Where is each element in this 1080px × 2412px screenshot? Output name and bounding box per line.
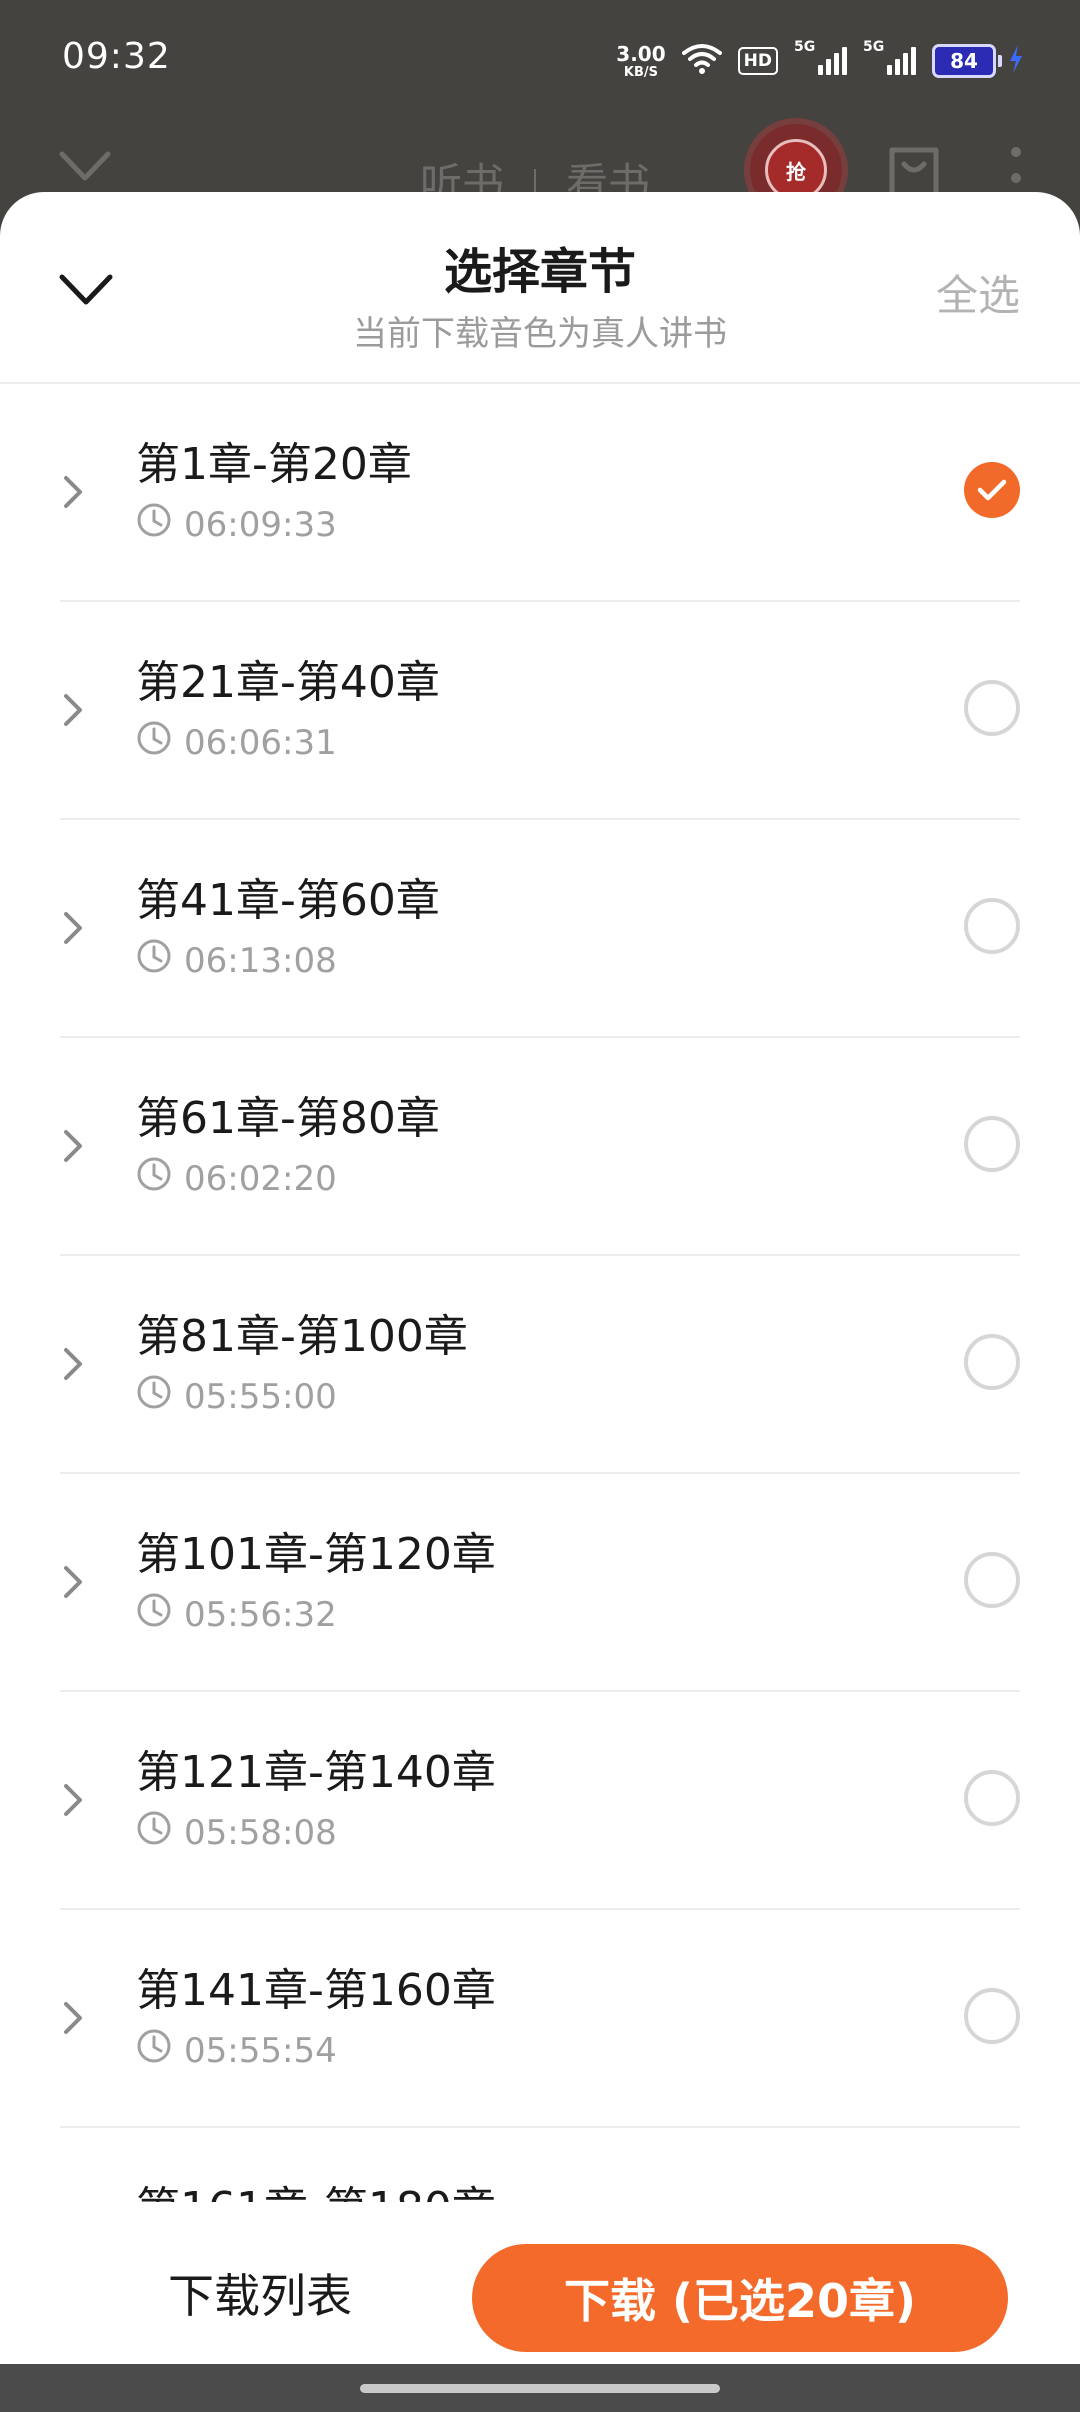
chapter-row[interactable]: 第161章-第180章 bbox=[60, 2128, 1020, 2202]
chapter-select-sheet: 选择章节 当前下载音色为真人讲书 全选 第1章-第20章 06:09:33 第21章… bbox=[0, 192, 1080, 2364]
chapter-duration: 06:02:20 bbox=[136, 1156, 337, 1201]
chapter-checkbox[interactable] bbox=[964, 680, 1020, 736]
wifi-icon bbox=[681, 43, 722, 79]
screen: 09:32 3.00 KB/S HD 5G 5G 84 听书 看书 抢 选择章节… bbox=[0, 0, 1080, 2412]
chevron-right-icon[interactable] bbox=[60, 1780, 88, 1820]
chapter-row[interactable]: 第1章-第20章 06:09:33 bbox=[60, 384, 1020, 602]
chapter-duration: 05:55:54 bbox=[136, 2028, 337, 2073]
chevron-right-icon[interactable] bbox=[60, 908, 88, 948]
chapter-duration-text: 06:02:20 bbox=[184, 1158, 337, 1199]
bottom-bar: 下载列表 下载 (已选20章) bbox=[0, 2202, 1080, 2364]
chapter-row[interactable]: 第21章-第40章 06:06:31 bbox=[60, 602, 1020, 820]
chapter-title: 第81章-第100章 bbox=[136, 1311, 468, 1362]
chevron-right-icon[interactable] bbox=[60, 1998, 88, 2038]
chapter-duration: 06:09:33 bbox=[136, 502, 337, 547]
battery-level: 84 bbox=[932, 44, 996, 78]
clock-icon bbox=[136, 1374, 172, 1419]
select-all-button[interactable]: 全选 bbox=[936, 262, 1020, 323]
network-speed: 3.00 KB/S bbox=[616, 44, 665, 79]
chapter-duration-text: 05:55:54 bbox=[184, 2030, 337, 2071]
chapter-row[interactable]: 第141章-第160章 05:55:54 bbox=[60, 1910, 1020, 2128]
chapter-checkbox-checked[interactable] bbox=[964, 462, 1020, 518]
chevron-right-icon[interactable] bbox=[60, 1126, 88, 1166]
sheet-title: 选择章节 bbox=[443, 244, 636, 300]
sheet-header: 选择章节 当前下载音色为真人讲书 全选 bbox=[0, 192, 1080, 384]
chapter-checkbox[interactable] bbox=[964, 1334, 1020, 1390]
network-speed-unit: KB/S bbox=[623, 64, 659, 80]
chapter-title: 第101章-第120章 bbox=[136, 1529, 496, 1580]
chapter-title: 第161章-第180章 bbox=[136, 2172, 496, 2202]
signal-label: 5G bbox=[794, 39, 816, 55]
clock-icon bbox=[136, 938, 172, 983]
chapter-duration-text: 05:58:08 bbox=[184, 1812, 337, 1853]
chapter-duration: 06:06:31 bbox=[136, 720, 337, 765]
chapter-list: 第1章-第20章 06:09:33 第21章-第40章 06:06:31 第41章-第6… bbox=[0, 384, 1080, 2202]
chapter-title: 第41章-第60章 bbox=[136, 875, 440, 926]
chapter-row[interactable]: 第61章-第80章 06:02:20 bbox=[60, 1038, 1020, 1256]
battery-icon: 84 bbox=[932, 44, 1024, 78]
chapter-duration: 05:55:00 bbox=[136, 1374, 337, 1419]
chapter-checkbox[interactable] bbox=[964, 1116, 1020, 1172]
clock-icon bbox=[136, 1810, 172, 1855]
chapter-duration: 05:58:08 bbox=[136, 1810, 337, 1855]
chapter-title: 第1章-第20章 bbox=[136, 439, 412, 490]
download-list-button[interactable]: 下载列表 bbox=[168, 2260, 352, 2326]
network-speed-value: 3.00 bbox=[616, 41, 666, 66]
chapter-row[interactable]: 第81章-第100章 05:55:00 bbox=[60, 1256, 1020, 1474]
status-bar: 09:32 3.00 KB/S HD 5G 5G 84 bbox=[0, 0, 1080, 120]
chapter-row[interactable]: 第121章-第140章 05:58:08 bbox=[60, 1692, 1020, 1910]
chevron-right-icon[interactable] bbox=[60, 690, 88, 730]
chapter-duration-text: 06:09:33 bbox=[184, 504, 337, 545]
clock-icon bbox=[136, 1592, 172, 1637]
chapter-duration-text: 05:56:32 bbox=[184, 1594, 337, 1635]
chapter-checkbox[interactable] bbox=[964, 1770, 1020, 1826]
chevron-right-icon[interactable] bbox=[60, 472, 88, 512]
chapter-checkbox[interactable] bbox=[964, 1552, 1020, 1608]
clock-icon bbox=[136, 720, 172, 765]
chapter-title: 第121章-第140章 bbox=[136, 1747, 496, 1798]
signal-icon: 5G bbox=[794, 39, 847, 75]
chapter-duration-text: 06:06:31 bbox=[184, 722, 337, 763]
status-icons: 3.00 KB/S HD 5G 5G 84 bbox=[616, 38, 1024, 84]
chapter-checkbox[interactable] bbox=[964, 898, 1020, 954]
signal-label: 5G bbox=[863, 39, 885, 55]
chapter-duration: 06:13:08 bbox=[136, 938, 337, 983]
chevron-right-icon[interactable] bbox=[60, 1562, 88, 1602]
chapter-title: 第21章-第40章 bbox=[136, 657, 440, 708]
check-icon bbox=[977, 479, 1007, 501]
sheet-subtitle: 当前下载音色为真人讲书 bbox=[353, 314, 727, 354]
navigation-bar bbox=[0, 2364, 1080, 2412]
clock-icon bbox=[136, 2028, 172, 2073]
home-indicator[interactable] bbox=[360, 2384, 720, 2393]
chapter-row[interactable]: 第41章-第60章 06:13:08 bbox=[60, 820, 1020, 1038]
charging-icon bbox=[1008, 45, 1024, 77]
signal-icon: 5G bbox=[863, 39, 916, 75]
chapter-row[interactable]: 第101章-第120章 05:56:32 bbox=[60, 1474, 1020, 1692]
hd-badge: HD bbox=[737, 47, 778, 75]
clock-icon bbox=[136, 502, 172, 547]
status-time: 09:32 bbox=[62, 36, 171, 77]
chevron-right-icon[interactable] bbox=[60, 1344, 88, 1384]
download-button[interactable]: 下载 (已选20章) bbox=[472, 2244, 1008, 2352]
chapter-title: 第141章-第160章 bbox=[136, 1965, 496, 2016]
chapter-duration: 05:56:32 bbox=[136, 1592, 337, 1637]
chevron-down-icon bbox=[58, 150, 112, 188]
chapter-title: 第61章-第80章 bbox=[136, 1093, 440, 1144]
clock-icon bbox=[136, 1156, 172, 1201]
chapter-duration-text: 06:13:08 bbox=[184, 940, 337, 981]
chapter-checkbox[interactable] bbox=[964, 1988, 1020, 2044]
chapter-duration-text: 05:55:00 bbox=[184, 1376, 337, 1417]
